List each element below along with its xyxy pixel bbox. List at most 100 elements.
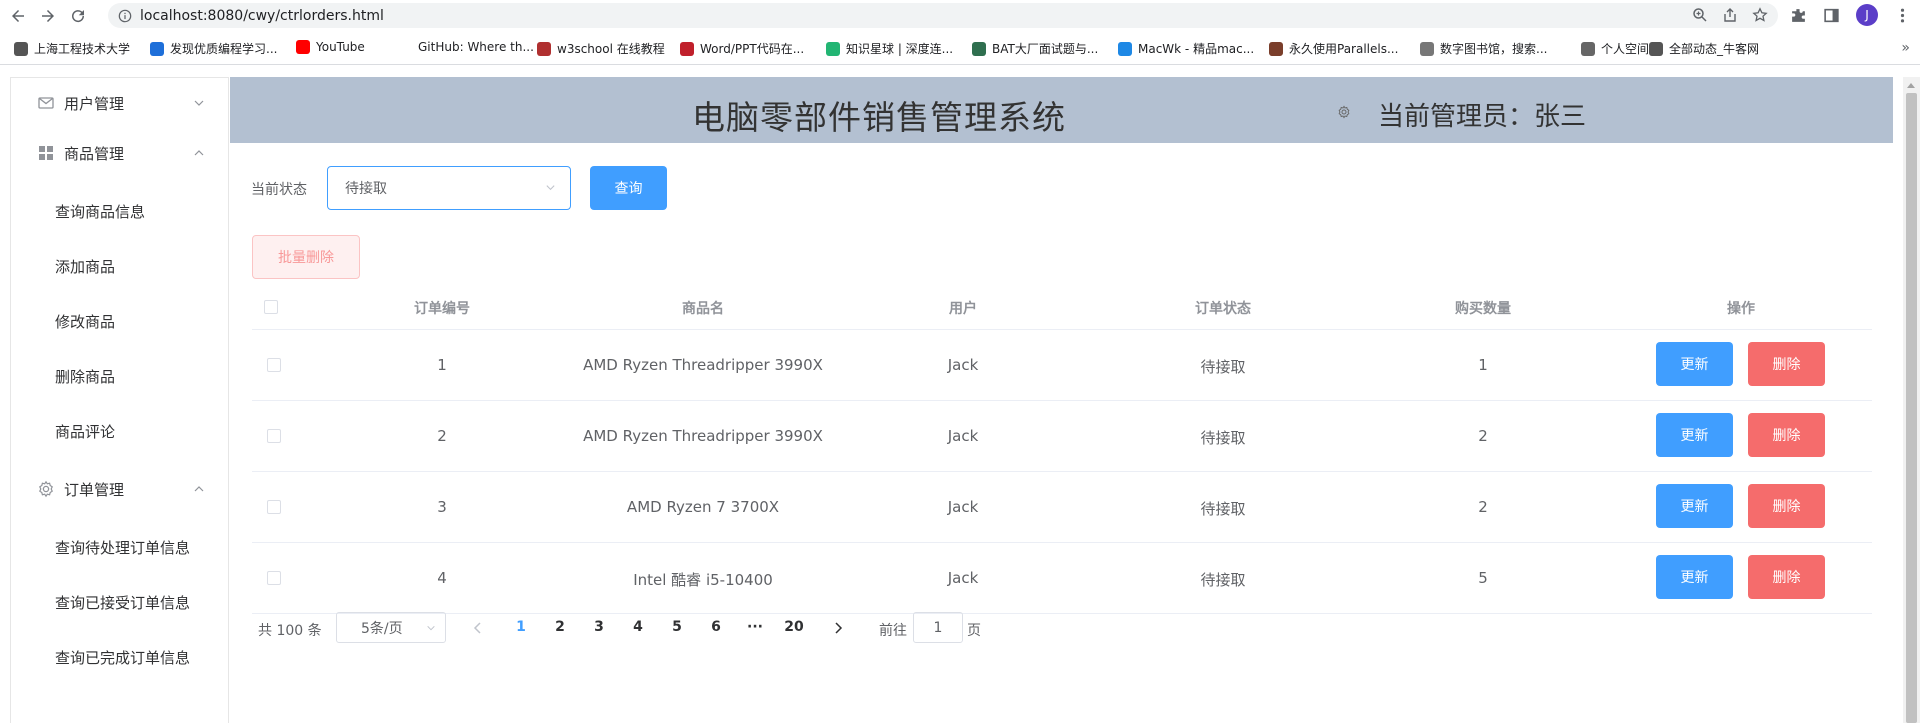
row-checkbox[interactable] (267, 571, 281, 585)
update-button[interactable]: 更新 (1656, 342, 1733, 386)
sidebar-item-product-reviews[interactable]: 商品评论 (11, 406, 229, 456)
bookmark-item[interactable]: 永久使用Parallels... (1269, 40, 1398, 57)
scroll-up-icon[interactable] (1907, 83, 1915, 88)
reload-icon[interactable] (66, 4, 90, 28)
delete-button[interactable]: 删除 (1748, 342, 1825, 386)
info-icon[interactable] (118, 9, 132, 23)
order-status: 待接取 (1200, 429, 1246, 447)
side-panel-icon[interactable] (1823, 7, 1840, 24)
order-user: Jack (947, 569, 979, 587)
share-icon[interactable] (1722, 7, 1738, 23)
profile-avatar[interactable]: J (1856, 4, 1878, 26)
sidebar-item-completed-orders[interactable]: 查询已完成订单信息 (11, 632, 229, 682)
bookmark-item[interactable]: 个人空间 (1581, 40, 1649, 57)
table-row: 3 AMD Ryzen 7 3700X Jack 待接取 2 更新 删除 (252, 472, 1872, 543)
bookmark-item[interactable]: Word/PPT代码在... (680, 40, 804, 57)
order-status: 待接取 (1200, 500, 1246, 518)
delete-button[interactable]: 删除 (1748, 484, 1825, 528)
order-id: 1 (437, 356, 447, 374)
bookmark-item[interactable]: 数字图书馆，搜索... (1420, 40, 1547, 57)
bookmark-item[interactable]: 全部动态_牛客网 (1649, 40, 1759, 57)
page-scrollbar[interactable] (1903, 77, 1920, 723)
sidebar-item-accepted-orders[interactable]: 查询已接受订单信息 (11, 577, 229, 627)
update-button[interactable]: 更新 (1656, 484, 1733, 528)
bookmark-label: GitHub: Where th... (418, 40, 534, 54)
delete-button[interactable]: 删除 (1748, 413, 1825, 457)
bookmark-label: BAT大厂面试题与... (992, 42, 1099, 56)
table-body: 1 AMD Ryzen Threadripper 3990X Jack 待接取 1 更新删… (252, 330, 1872, 614)
order-quantity: 1 (1478, 356, 1488, 374)
extensions-icon[interactable] (1790, 7, 1807, 24)
menu-group-label: 订单管理 (64, 480, 125, 499)
bookmarks-bar: 上海工程技术大学 发现优质编程学习... YouTube GitHub: Where … (0, 36, 1920, 60)
select-all-checkbox[interactable] (264, 300, 278, 314)
address-bar[interactable]: localhost:8080/cwy/ctrlorders.html (108, 3, 1778, 28)
page-number[interactable]: 3 (594, 619, 604, 635)
bookmark-item[interactable]: 发现优质编程学习... (150, 40, 277, 57)
chevron-down-icon (194, 100, 204, 106)
status-select-value: 待接取 (345, 181, 387, 197)
sidebar-item-edit-product[interactable]: 修改商品 (11, 296, 229, 346)
order-user: Jack (947, 427, 979, 445)
bookmark-item[interactable]: BAT大厂面试题与... (972, 40, 1098, 57)
page-number[interactable]: 4 (633, 619, 643, 635)
row-checkbox[interactable] (267, 358, 281, 372)
orders-table: 订单编号 商品名 用户 订单状态 购买数量 操作 1 AMD Ryzen Thre… (252, 285, 1872, 614)
bookmark-item[interactable]: 上海工程技术大学 (14, 40, 130, 57)
table-row: 4 Intel 酷睿 i5-10400 Jack 待接取 5 更新 删除 (252, 543, 1872, 614)
goto-page-input[interactable]: 1 (913, 612, 963, 643)
bookmark-item[interactable]: w3school 在线教程 (537, 40, 665, 57)
page-number[interactable]: 20 (784, 619, 803, 635)
status-select[interactable]: 待接取 (327, 166, 571, 210)
sidebar-item-delete-product[interactable]: 删除商品 (11, 351, 229, 401)
bookmark-favicon-icon (972, 41, 986, 56)
next-page-icon[interactable] (828, 618, 848, 638)
bookmark-label: YouTube (316, 40, 365, 54)
menu-group-user[interactable]: 用户管理 (11, 78, 229, 128)
column-header: 订单编号 (414, 301, 470, 317)
menu-group-product[interactable]: 商品管理 (11, 128, 229, 178)
settings-gear-icon[interactable] (1337, 105, 1351, 119)
page-number[interactable]: 6 (711, 619, 721, 635)
bookmark-item[interactable]: YouTube (296, 40, 365, 54)
order-user: Jack (947, 498, 979, 516)
page-size-select[interactable]: 5条/页 (336, 612, 446, 643)
star-icon[interactable] (1752, 7, 1768, 23)
delete-button[interactable]: 删除 (1748, 555, 1825, 599)
query-button[interactable]: 查询 (590, 166, 667, 210)
sidebar: 用户管理 商品管理 查询商品信息 添加商品 修改商品 删除商品 商品评论 订单管… (10, 77, 229, 723)
url-text: localhost:8080/cwy/ctrlorders.html (140, 7, 384, 24)
menu-dots-icon[interactable] (1894, 7, 1911, 24)
row-checkbox[interactable] (267, 500, 281, 514)
bookmark-item[interactable]: 知识星球 | 深度连... (826, 40, 953, 57)
sidebar-item-query-products[interactable]: 查询商品信息 (11, 186, 229, 236)
column-header: 用户 (949, 301, 977, 317)
page-number[interactable]: 5 (672, 619, 682, 635)
batch-delete-button[interactable]: 批量删除 (252, 235, 360, 279)
page-number[interactable]: 2 (555, 619, 565, 635)
page-ellipsis[interactable]: ··· (747, 619, 763, 635)
row-checkbox[interactable] (267, 429, 281, 443)
scrollbar-thumb[interactable] (1906, 93, 1917, 723)
bookmarks-overflow-icon[interactable]: » (1901, 40, 1910, 56)
bookmark-item[interactable]: MacWk - 精品mac... (1118, 40, 1254, 57)
product-name: AMD Ryzen Threadripper 3990X (583, 356, 823, 374)
forward-icon[interactable] (36, 4, 60, 28)
chevron-down-icon (546, 185, 555, 191)
update-button[interactable]: 更新 (1656, 413, 1733, 457)
prev-page-icon[interactable] (468, 618, 488, 638)
update-button[interactable]: 更新 (1656, 555, 1733, 599)
back-icon[interactable] (6, 4, 30, 28)
sidebar-item-add-product[interactable]: 添加商品 (11, 241, 229, 291)
order-quantity: 2 (1478, 498, 1488, 516)
zoom-icon[interactable] (1692, 7, 1708, 23)
current-admin: 当前管理员：张三 (1378, 102, 1587, 132)
column-header: 商品名 (682, 301, 724, 317)
sidebar-item-pending-orders[interactable]: 查询待处理订单信息 (11, 522, 229, 572)
page-number[interactable]: 1 (516, 619, 526, 635)
bookmark-label: 知识星球 | 深度连... (846, 42, 954, 56)
order-quantity: 2 (1478, 427, 1488, 445)
bookmark-item[interactable]: GitHub: Where th... (398, 40, 534, 54)
app-root: 用户管理 商品管理 查询商品信息 添加商品 修改商品 删除商品 商品评论 订单管… (0, 65, 1920, 723)
menu-group-order[interactable]: 订单管理 (11, 464, 229, 514)
